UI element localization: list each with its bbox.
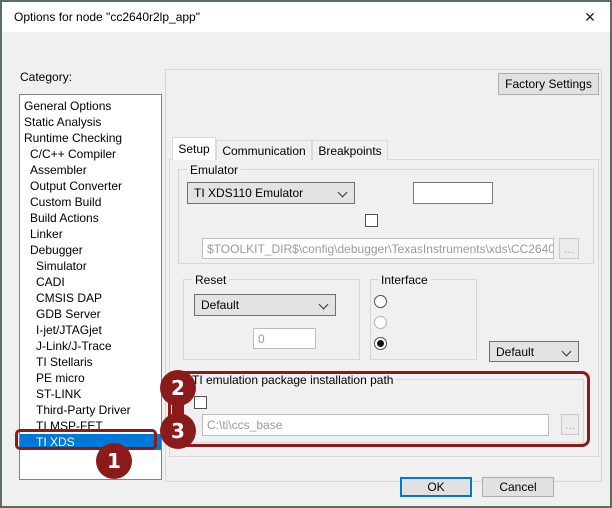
category-item[interactable]: ST-LINK — [20, 386, 161, 402]
category-item[interactable]: TI MSP-FET — [20, 418, 161, 434]
category-item[interactable]: C/C++ Compiler — [20, 146, 161, 162]
category-listbox: General Options Static Analysis Runtime … — [19, 94, 162, 480]
emulator-dropdown[interactable]: TI XDS110 Emulator — [187, 182, 355, 204]
ok-button[interactable]: OK — [400, 477, 472, 497]
category-item[interactable]: Custom Build — [20, 194, 161, 210]
options-dialog: Options for node "cc2640r2lp_app" ✕ Cate… — [0, 0, 612, 508]
category-item-ti-xds[interactable]: TI XDS — [20, 434, 161, 450]
install-path-input[interactable]: C:\ti\ccs_base — [202, 414, 549, 436]
category-item[interactable]: General Options — [20, 98, 161, 114]
interface-group-label: Interface — [378, 273, 431, 287]
category-item[interactable]: Simulator — [20, 258, 161, 274]
emulator-group-label: Emulator — [187, 163, 241, 177]
category-item[interactable]: CMSIS DAP — [20, 290, 161, 306]
annotation-circle-2: 2 — [160, 370, 196, 406]
serial-no-input[interactable] — [413, 182, 493, 204]
category-item[interactable]: Runtime Checking — [20, 130, 161, 146]
delay-after-input[interactable]: 0 — [253, 328, 316, 349]
jtag-swd-speed-value: Default — [496, 345, 534, 359]
reset-dropdown[interactable]: Default — [194, 294, 336, 316]
close-icon[interactable]: ✕ — [574, 2, 606, 32]
tab-breakpoints[interactable]: Breakpoints — [312, 140, 388, 160]
category-item[interactable]: PE micro — [20, 370, 161, 386]
chevron-down-icon — [338, 188, 348, 198]
ti-emulation-group-label: TI emulation package installation path — [189, 373, 396, 387]
install-path-browse-button[interactable]: ... — [561, 414, 579, 435]
override-default-checkbox[interactable] — [194, 396, 207, 409]
reset-dropdown-value: Default — [201, 298, 239, 312]
title-bar: Options for node "cc2640r2lp_app" ✕ — [2, 2, 610, 32]
category-item[interactable]: GDB Server — [20, 306, 161, 322]
chevron-down-icon — [562, 347, 572, 357]
swd-radio[interactable] — [374, 316, 387, 329]
tab-communication[interactable]: Communication — [216, 140, 312, 160]
category-item[interactable]: Build Actions — [20, 210, 161, 226]
category-item[interactable]: Assembler — [20, 162, 161, 178]
jtag-swd-speed-dropdown[interactable]: Default — [489, 341, 579, 362]
board-file-input[interactable]: $TOOLKIT_DIR$\config\debugger\TexasInstr… — [202, 238, 554, 259]
category-label: Category: — [20, 70, 72, 84]
category-item[interactable]: CADI — [20, 274, 161, 290]
factory-settings-button[interactable]: Factory Settings — [498, 73, 599, 95]
category-item[interactable]: Linker — [20, 226, 161, 242]
category-item[interactable]: Third-Party Driver — [20, 402, 161, 418]
cjtag-radio[interactable] — [374, 337, 387, 350]
category-item[interactable]: J-Link/J-Trace — [20, 338, 161, 354]
category-item[interactable]: Static Analysis — [20, 114, 161, 130]
category-item[interactable]: TI Stellaris — [20, 354, 161, 370]
jtag-radio[interactable] — [374, 295, 387, 308]
category-item[interactable]: Output Converter — [20, 178, 161, 194]
category-item[interactable]: I-jet/JTAGjet — [20, 322, 161, 338]
category-item[interactable]: Debugger — [20, 242, 161, 258]
dialog-title: Options for node "cc2640r2lp_app" — [14, 2, 200, 32]
annotation-circle-1: 1 — [96, 443, 132, 479]
emulator-dropdown-value: TI XDS110 Emulator — [194, 186, 303, 200]
board-file-browse-button[interactable]: ... — [559, 238, 579, 259]
tab-setup[interactable]: Setup — [172, 137, 216, 160]
always-prompt-checkbox[interactable] — [365, 214, 378, 227]
chevron-down-icon — [319, 300, 329, 310]
cancel-button[interactable]: Cancel — [482, 477, 554, 497]
annotation-circle-3: 3 — [160, 413, 196, 449]
reset-group-label: Reset — [192, 273, 229, 287]
